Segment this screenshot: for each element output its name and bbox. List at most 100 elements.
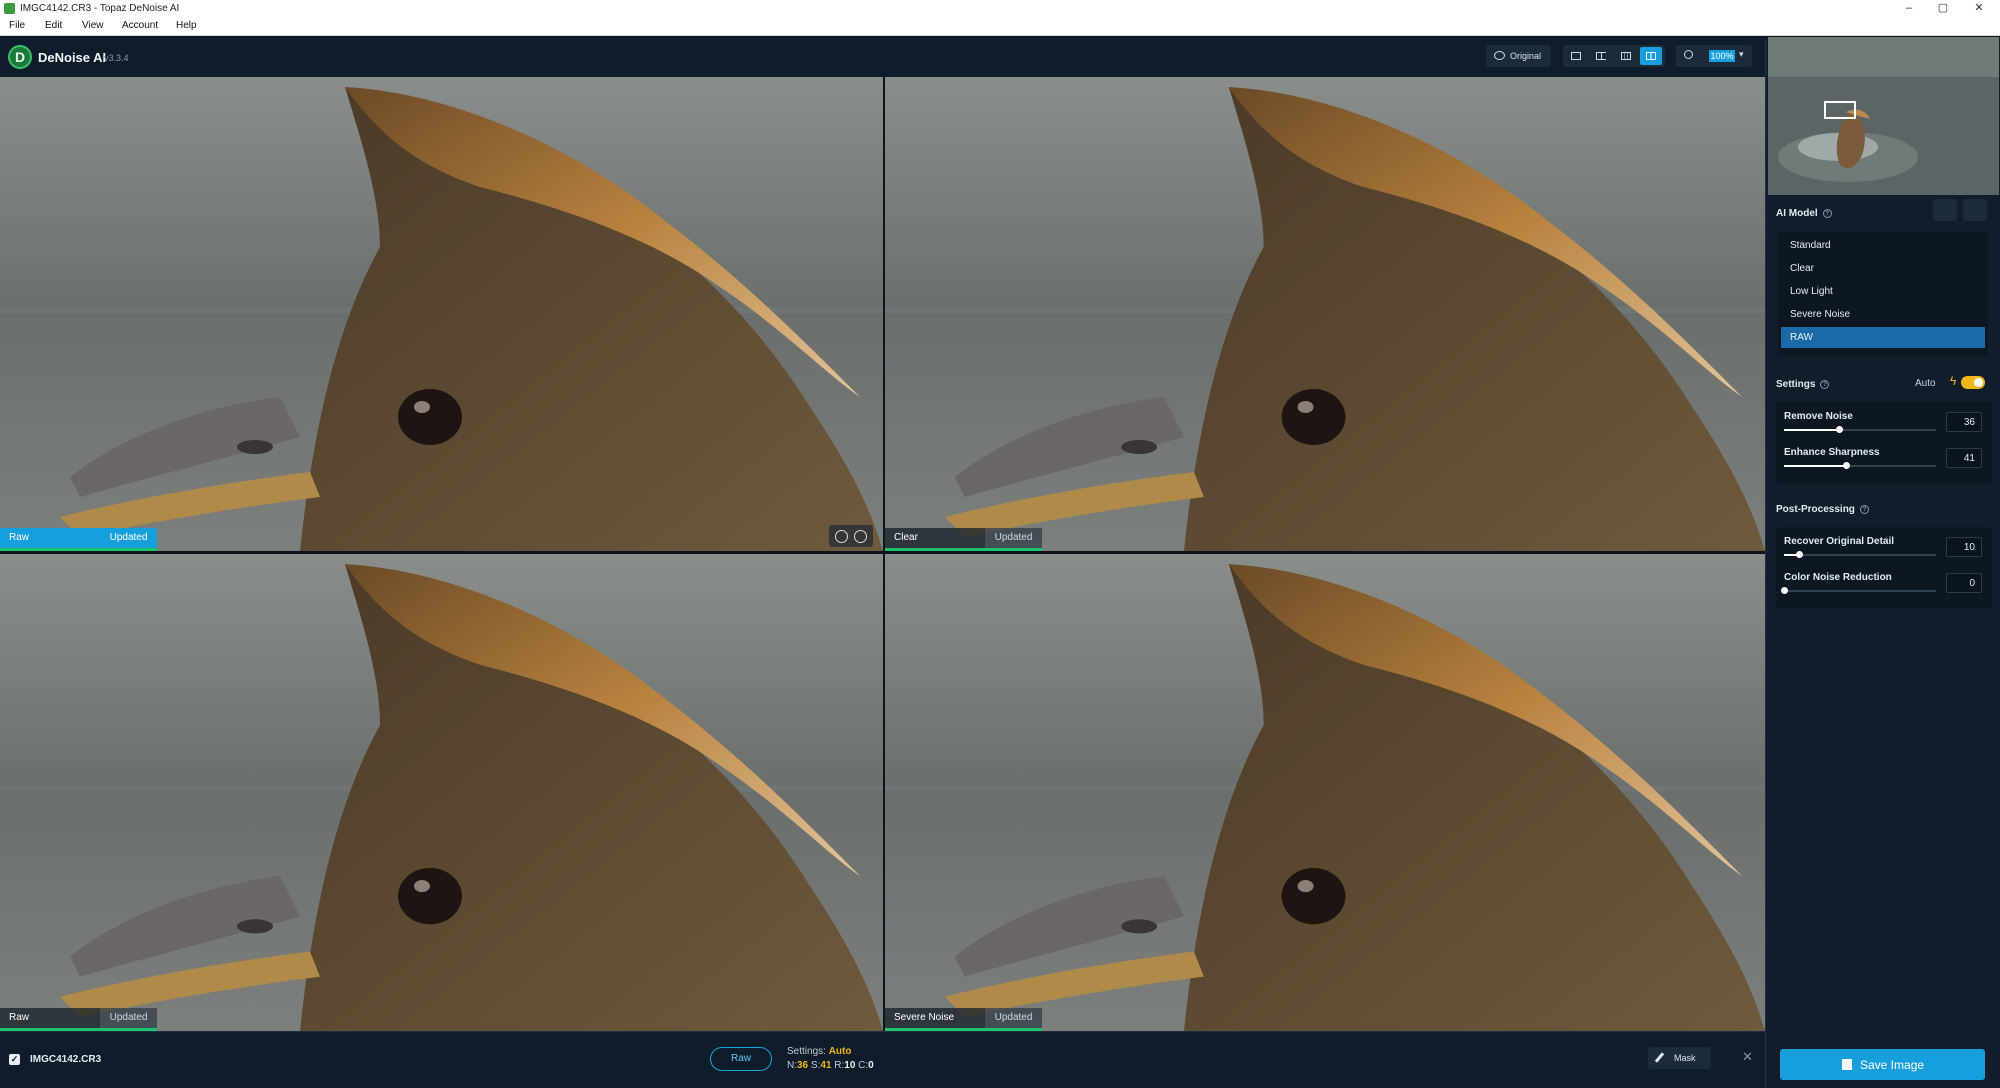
view-mode-group: [1563, 45, 1665, 67]
preview-pane-4[interactable]: Severe Noise Updated: [885, 554, 1765, 1031]
slider-handle[interactable]: [1796, 551, 1804, 558]
remove-noise-slider[interactable]: [1784, 426, 1936, 433]
remove-noise-label: Remove Noise: [1784, 411, 1853, 422]
image-checkbox[interactable]: ✓: [9, 1054, 20, 1065]
model-item-clear[interactable]: Clear: [1781, 258, 1985, 279]
menu-view[interactable]: View: [82, 20, 104, 31]
progress-bar: [885, 548, 1042, 551]
minimize-button[interactable]: –: [1892, 0, 1926, 17]
zoom-icon: [1684, 50, 1693, 59]
face-icon[interactable]: [854, 530, 867, 543]
menu-account[interactable]: Account: [122, 20, 158, 31]
list-icon[interactable]: [1963, 199, 1987, 221]
menu-help[interactable]: Help: [176, 20, 197, 31]
bird-photo: [0, 554, 883, 1031]
post-processing-card: Recover Original Detail 10 Color Noise R…: [1776, 527, 1992, 608]
original-button[interactable]: Original: [1486, 45, 1551, 67]
ai-model-list: Standard Clear Low Light Severe Noise RA…: [1778, 232, 1988, 355]
enhance-sharpness-label: Enhance Sharpness: [1784, 447, 1880, 458]
app-icon: [4, 3, 15, 14]
preview-model-label: Clear: [885, 528, 985, 548]
help-icon[interactable]: ?: [1820, 379, 1830, 389]
settings-title: Settings?: [1776, 379, 1830, 390]
menu-edit[interactable]: Edit: [45, 20, 62, 31]
preview-status: Updated: [985, 528, 1042, 548]
app-header: D DeNoise AI v3.3.4 Original 100% ▾: [0, 37, 1765, 77]
post-processing-title: Post-Processing?: [1776, 504, 1869, 515]
auto-label: Auto: [1915, 378, 1936, 389]
slider-handle[interactable]: [1835, 426, 1843, 433]
recover-detail-value[interactable]: 10: [1946, 537, 1982, 557]
slider-fill: [1784, 429, 1839, 431]
lightning-icon: ϟ: [1950, 374, 1957, 388]
app-version: v3.3.4: [104, 53, 129, 63]
window-title-bar: IMGC4142.CR3 - Topaz DeNoise AI – ▢ ✕: [0, 0, 2000, 17]
auto-toggle[interactable]: [1961, 376, 1985, 389]
original-label: Original: [1510, 51, 1542, 61]
mask-label: Mask: [1674, 1053, 1696, 1063]
color-noise-slider[interactable]: [1781, 587, 1936, 594]
preview-status: Updated: [985, 1008, 1042, 1028]
preview-pane-1[interactable]: Raw Updated: [0, 77, 883, 551]
model-item-standard[interactable]: Standard: [1781, 235, 1985, 256]
zoom-value[interactable]: 100%: [1709, 50, 1735, 62]
chevron-down-icon[interactable]: ▾: [1739, 49, 1744, 60]
preview-pane-3[interactable]: Raw Updated: [0, 554, 883, 1031]
maximize-button[interactable]: ▢: [1926, 0, 1960, 17]
help-icon[interactable]: ?: [1859, 504, 1869, 514]
stat-value: 41: [820, 1060, 832, 1071]
zoom-control[interactable]: 100% ▾: [1676, 45, 1752, 67]
smile-icon[interactable]: [835, 530, 848, 543]
app-name: DeNoise AI: [38, 50, 107, 65]
preview-tag: Raw Updated: [0, 1008, 157, 1031]
grid-view-icon: [1646, 52, 1656, 60]
save-image-button[interactable]: Save Image: [1780, 1049, 1985, 1080]
model-item-low-light[interactable]: Low Light: [1781, 281, 1985, 302]
stat-value: 10: [844, 1060, 856, 1071]
enhance-sharpness-value[interactable]: 41: [1946, 448, 1982, 468]
slider-fill: [1784, 465, 1847, 467]
side-by-side-icon: [1621, 52, 1631, 60]
recover-detail-slider[interactable]: [1784, 551, 1936, 558]
split-view-icon: [1596, 52, 1606, 60]
model-item-raw[interactable]: RAW: [1781, 327, 1985, 348]
model-selected-button[interactable]: Raw: [710, 1047, 772, 1071]
split-view-button[interactable]: [1590, 47, 1612, 65]
help-icon[interactable]: ?: [1822, 208, 1832, 218]
save-image-label: Save Image: [1860, 1058, 1925, 1072]
navigator-viewport-box[interactable]: [1824, 101, 1856, 119]
right-panel: AI Model? Standard Clear Low Light Sever…: [1765, 37, 2000, 1088]
file-name: IMGC4142.CR3: [30, 1054, 102, 1065]
denoise-logo-icon: D: [8, 45, 32, 69]
menu-file[interactable]: File: [9, 20, 25, 31]
navigator-thumbnail[interactable]: [1768, 37, 1999, 195]
single-view-button[interactable]: [1565, 47, 1587, 65]
brush-icon: [1654, 1052, 1665, 1063]
remove-image-icon[interactable]: ✕: [1742, 1049, 1753, 1065]
color-noise-label: Color Noise Reduction: [1784, 572, 1892, 583]
preview-status: Updated: [100, 528, 157, 548]
slider-handle[interactable]: [1781, 587, 1788, 594]
bird-photo: [885, 77, 1765, 551]
color-noise-value[interactable]: 0: [1946, 573, 1982, 593]
ai-model-title: AI Model?: [1776, 208, 1832, 219]
preview-model-label: Raw: [0, 1008, 100, 1028]
enhance-sharpness-slider[interactable]: [1784, 462, 1936, 469]
remove-noise-value[interactable]: 36: [1946, 412, 1982, 432]
ai-model-label: AI Model: [1776, 208, 1818, 219]
menu-bar: File Edit View Account Help: [0, 17, 2000, 36]
mask-button[interactable]: Mask: [1648, 1047, 1711, 1069]
model-item-severe-noise[interactable]: Severe Noise: [1781, 304, 1985, 325]
comparison-view-button[interactable]: [1640, 47, 1662, 65]
progress-bar: [0, 548, 157, 551]
side-by-side-button[interactable]: [1615, 47, 1637, 65]
eye-icon: [1494, 51, 1505, 60]
bird-photo: [0, 77, 883, 551]
slider-handle[interactable]: [1843, 462, 1851, 469]
preview-pane-2[interactable]: Clear Updated: [885, 77, 1765, 551]
stat-key: S:: [810, 1060, 821, 1071]
recover-detail-label: Recover Original Detail: [1784, 536, 1895, 547]
preview-tag: Clear Updated: [885, 528, 1042, 551]
pin-icon[interactable]: [1933, 199, 1957, 221]
close-window-button[interactable]: ✕: [1962, 0, 1996, 17]
